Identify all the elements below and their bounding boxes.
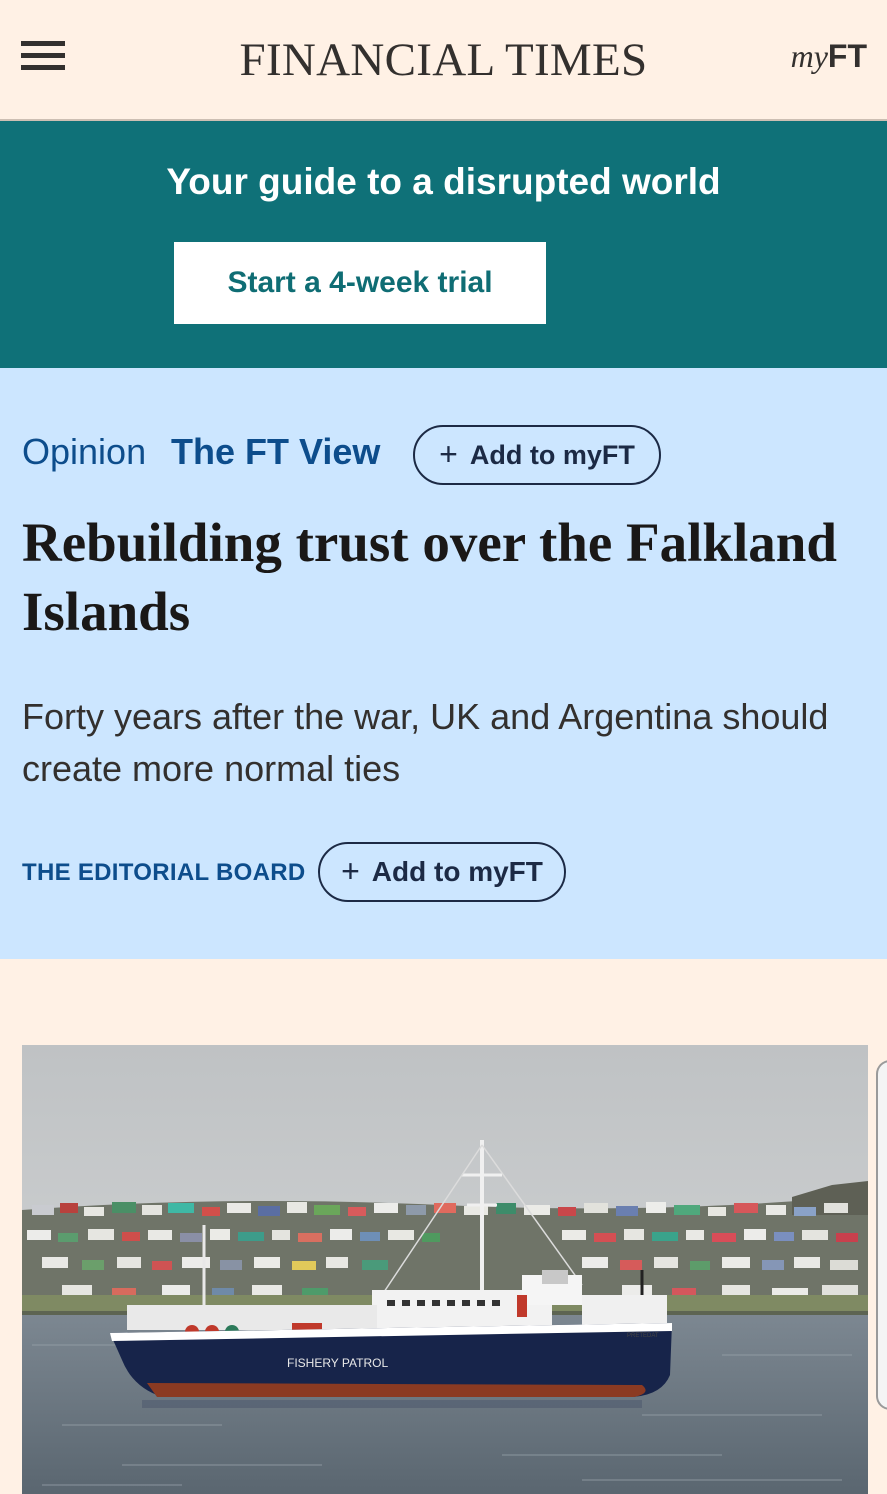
myft-suffix: FT xyxy=(827,38,867,74)
myft-prefix: my xyxy=(790,38,828,74)
scroll-handle[interactable] xyxy=(876,1060,887,1410)
subscription-promo-banner: Your guide to a disrupted world Start a … xyxy=(0,121,887,368)
add-author-to-myft-button[interactable]: + Add to myFT xyxy=(318,842,566,902)
add-topic-to-myft-button[interactable]: + Add to myFT xyxy=(413,425,661,485)
add-topic-label: Add to myFT xyxy=(469,439,635,470)
start-trial-button[interactable]: Start a 4-week trial xyxy=(174,242,546,324)
plus-icon: + xyxy=(341,852,360,889)
section-label[interactable]: Opinion xyxy=(22,431,146,473)
site-header: FINANCIAL TIMES myFT xyxy=(0,0,887,121)
myft-link[interactable]: myFT xyxy=(791,38,867,81)
hull-lettering: FISHERY PATROL xyxy=(287,1356,388,1370)
author-byline[interactable]: THE EDITORIAL BOARD xyxy=(22,858,306,888)
promo-headline: Your guide to a disrupted world xyxy=(166,161,721,202)
topic-label[interactable]: The FT View xyxy=(171,431,380,473)
add-author-label: Add to myFT xyxy=(371,856,543,887)
article-title: Rebuilding trust over the Falkland Islan… xyxy=(22,512,837,642)
ship-name-lettering: PRETEDAT xyxy=(627,1333,659,1339)
article-header: Opinion The FT View + Add to myFT Rebuil… xyxy=(0,368,887,959)
masthead-logo[interactable]: FINANCIAL TIMES xyxy=(0,36,887,84)
article-standfirst: Forty years after the war, UK and Argent… xyxy=(22,696,829,789)
article-main-image: FISHERY PATROL PRETEDAT xyxy=(22,1045,868,1494)
plus-icon: + xyxy=(439,435,458,472)
